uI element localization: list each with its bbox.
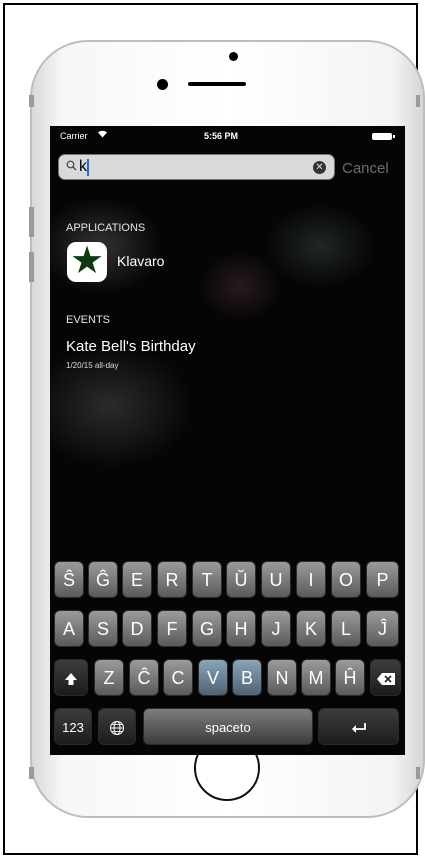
key[interactable]: E <box>122 561 152 598</box>
applications-section-header: APPLICATIONS <box>66 222 146 234</box>
key[interactable]: B <box>232 659 262 696</box>
status-bar: Carrier 5:56 PM <box>50 126 405 146</box>
globe-icon <box>110 720 124 735</box>
key[interactable]: Ĉ <box>129 659 159 696</box>
key[interactable]: Ĥ <box>335 659 365 696</box>
key[interactable]: D <box>122 610 152 647</box>
search-query: k <box>79 158 87 175</box>
event-title[interactable]: Kate Bell's Birthday <box>66 338 196 355</box>
cancel-button[interactable]: Cancel <box>342 160 389 177</box>
keyboard: Ŝ Ĝ E R T Ŭ U I O P A S D F G H J K L Ĵ … <box>50 554 405 755</box>
key[interactable]: T <box>192 561 222 598</box>
key[interactable]: H <box>226 610 256 647</box>
key[interactable]: G <box>192 610 222 647</box>
star-icon: ★ <box>70 240 105 282</box>
volume-up-button <box>29 207 34 237</box>
events-section-header: EVENTS <box>66 314 111 326</box>
side-button-lower-left <box>29 767 34 779</box>
key[interactable]: V <box>198 659 228 696</box>
search-icon <box>66 160 77 174</box>
key[interactable]: F <box>157 610 187 647</box>
app-icon: ★ <box>67 240 107 282</box>
key[interactable]: C <box>163 659 193 696</box>
key[interactable]: Ŝ <box>54 561 84 598</box>
ring-switch <box>29 95 34 107</box>
delete-icon <box>376 672 395 685</box>
delete-key[interactable] <box>370 659 401 696</box>
globe-key[interactable] <box>98 708 136 745</box>
earpiece-speaker <box>188 82 246 86</box>
proximity-sensor <box>229 52 238 61</box>
key[interactable]: Ĝ <box>88 561 118 598</box>
key[interactable]: A <box>54 610 84 647</box>
sleep-wake-button <box>416 95 420 107</box>
wifi-icon <box>97 129 108 141</box>
status-time: 5:56 PM <box>204 131 239 141</box>
key[interactable]: R <box>157 561 187 598</box>
return-key[interactable] <box>318 708 399 745</box>
phone-screen: Carrier 5:56 PM k ✕ Cancel APPLICATIONS … <box>50 126 405 755</box>
key[interactable]: L <box>331 610 361 647</box>
side-button-lower-right <box>416 767 420 779</box>
key[interactable]: S <box>88 610 118 647</box>
key[interactable]: J <box>261 610 291 647</box>
numbers-key[interactable]: 123 <box>54 708 92 745</box>
volume-down-button <box>29 252 34 282</box>
space-key[interactable]: spaceto <box>143 708 313 745</box>
key[interactable]: Z <box>94 659 124 696</box>
shift-key[interactable] <box>54 659 88 696</box>
key[interactable]: Ŭ <box>226 561 256 598</box>
key[interactable]: N <box>267 659 297 696</box>
key[interactable]: U <box>261 561 291 598</box>
clear-icon[interactable]: ✕ <box>313 161 326 174</box>
battery-icon <box>372 133 395 140</box>
text-caret <box>87 159 89 176</box>
key[interactable]: K <box>296 610 326 647</box>
key[interactable]: I <box>296 561 326 598</box>
application-result-row[interactable]: ★ Klavaro <box>60 240 380 284</box>
key[interactable]: M <box>301 659 331 696</box>
return-icon <box>351 722 366 733</box>
search-input[interactable]: k ✕ <box>58 154 335 180</box>
key[interactable]: O <box>331 561 361 598</box>
key[interactable]: P <box>366 561 399 598</box>
front-camera <box>157 79 168 90</box>
shift-icon <box>65 672 77 685</box>
carrier-label: Carrier <box>60 131 88 141</box>
application-name: Klavaro <box>117 253 165 269</box>
key[interactable]: Ĵ <box>366 610 399 647</box>
event-date: 1/20/15 all-day <box>66 361 119 370</box>
